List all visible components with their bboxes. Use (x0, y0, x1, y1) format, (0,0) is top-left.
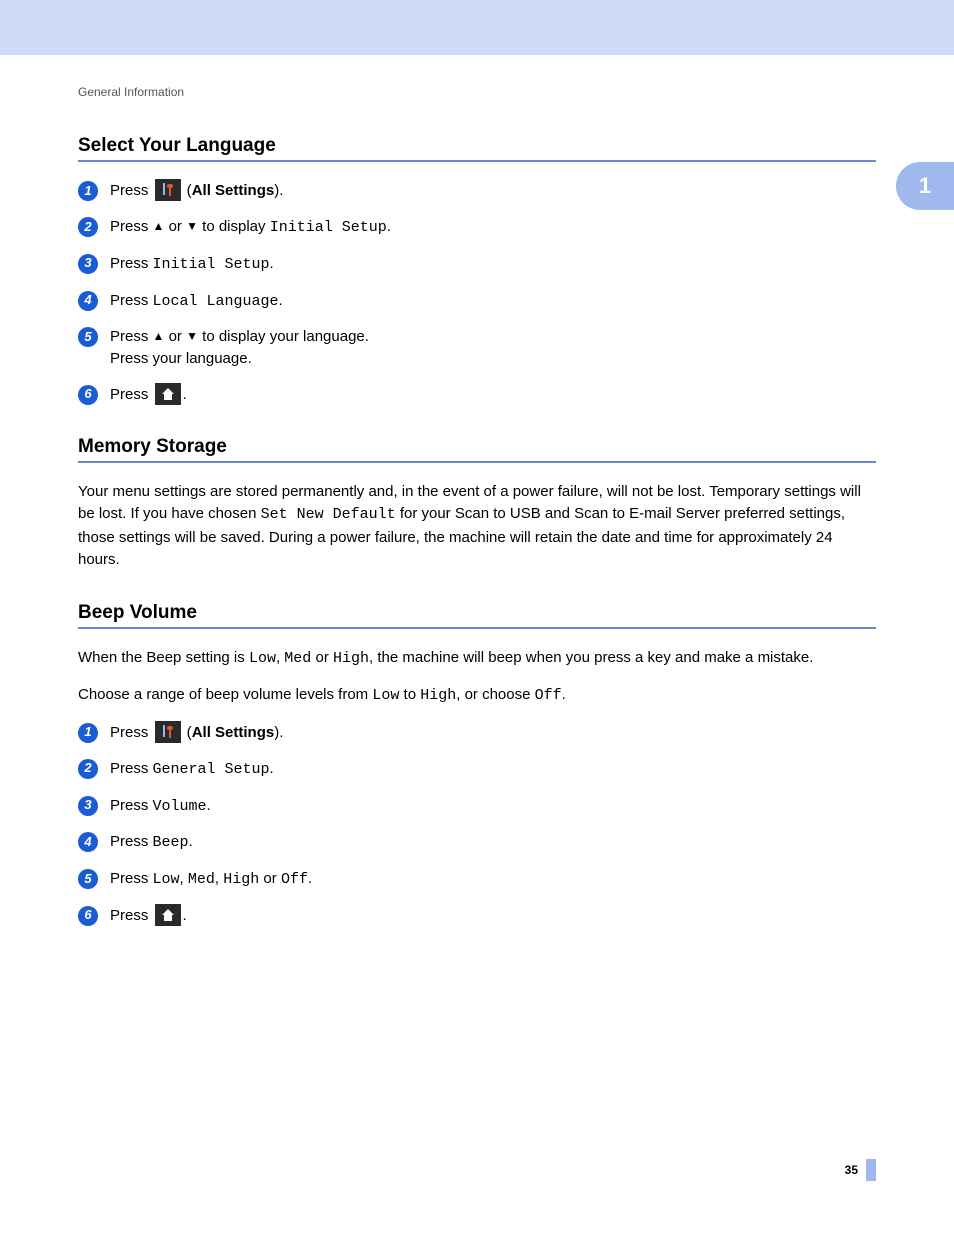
step-number: 1 (78, 181, 98, 201)
heading-beep-volume: Beep Volume (78, 602, 876, 629)
step-body: Press Volume. (110, 795, 876, 818)
step-body: Press (All Settings). (110, 722, 876, 744)
step-item: 5 Press Low, Med, High or Off. (78, 868, 876, 891)
step-number: 6 (78, 385, 98, 405)
steps-select-language: 1 Press (All Settings). 2 Press ▲ or ▼ t… (78, 180, 876, 406)
top-band (0, 0, 954, 55)
step-body: Press ▲ or ▼ to display Initial Setup. (110, 216, 876, 239)
down-arrow-icon: ▼ (186, 219, 198, 233)
step-item: 3 Press Initial Setup. (78, 253, 876, 276)
step-number: 2 (78, 759, 98, 779)
heading-select-language: Select Your Language (78, 135, 876, 162)
paragraph-beep-2: Choose a range of beep volume levels fro… (78, 684, 876, 708)
footer-bar (866, 1159, 876, 1181)
steps-beep-volume: 1 Press (All Settings). 2 Press General … (78, 722, 876, 927)
breadcrumb: General Information (78, 85, 876, 99)
down-arrow-icon: ▼ (186, 329, 198, 343)
step-body: Press Beep. (110, 831, 876, 854)
paragraph-beep-1: When the Beep setting is Low, Med or Hig… (78, 647, 876, 671)
tools-icon (155, 179, 181, 201)
page-content: General Information Select Your Language… (0, 55, 954, 927)
step-body: Press General Setup. (110, 758, 876, 781)
step-number: 3 (78, 254, 98, 274)
step-item: 1 Press (All Settings). (78, 722, 876, 744)
home-icon (155, 904, 181, 926)
step-number: 3 (78, 796, 98, 816)
step-number: 4 (78, 291, 98, 311)
heading-memory-storage: Memory Storage (78, 436, 876, 463)
step-item: 4 Press Beep. (78, 831, 876, 854)
up-arrow-icon: ▲ (153, 329, 165, 343)
step-number: 5 (78, 869, 98, 889)
step-item: 6 Press . (78, 384, 876, 406)
tools-icon (155, 721, 181, 743)
step-body: Press . (110, 905, 876, 927)
step-item: 2 Press General Setup. (78, 758, 876, 781)
up-arrow-icon: ▲ (153, 219, 165, 233)
step-body: Press (All Settings). (110, 180, 876, 202)
page-footer: 35 (845, 1159, 876, 1181)
step-item: 5 Press ▲ or ▼ to display your language.… (78, 326, 876, 370)
step-number: 5 (78, 327, 98, 347)
step-number: 2 (78, 217, 98, 237)
page-number: 35 (845, 1163, 858, 1177)
step-body: Press Local Language. (110, 290, 876, 313)
step-body: Press . (110, 384, 876, 406)
step-number: 4 (78, 832, 98, 852)
paragraph-memory-storage: Your menu settings are stored permanentl… (78, 481, 876, 572)
step-number: 6 (78, 906, 98, 926)
step-item: 2 Press ▲ or ▼ to display Initial Setup. (78, 216, 876, 239)
step-item: 1 Press (All Settings). (78, 180, 876, 202)
step-body: Press Low, Med, High or Off. (110, 868, 876, 891)
step-item: 3 Press Volume. (78, 795, 876, 818)
step-body: Press Initial Setup. (110, 253, 876, 276)
step-item: 6 Press . (78, 905, 876, 927)
step-number: 1 (78, 723, 98, 743)
chapter-tab: 1 (896, 162, 954, 210)
step-item: 4 Press Local Language. (78, 290, 876, 313)
step-body: Press ▲ or ▼ to display your language. P… (110, 326, 876, 370)
home-icon (155, 383, 181, 405)
chapter-tab-number: 1 (919, 173, 931, 199)
